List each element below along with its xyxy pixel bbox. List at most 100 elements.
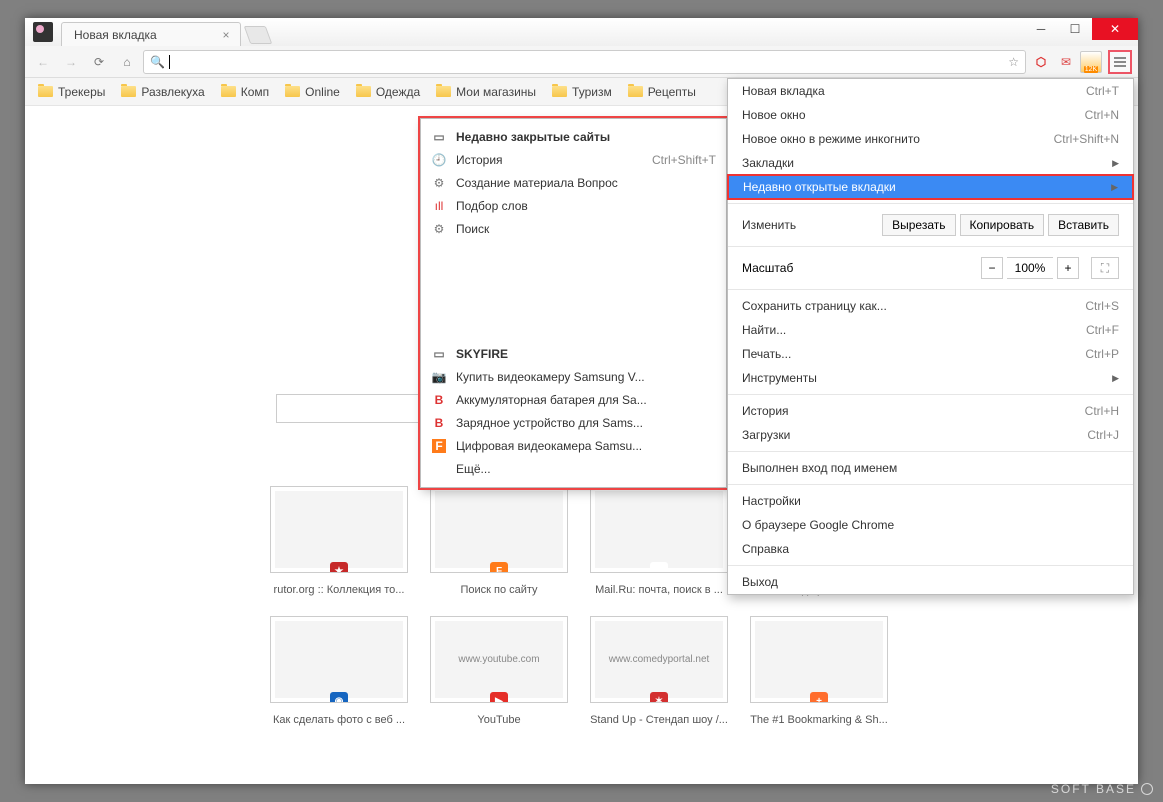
thumbnail-tile[interactable]: Mail.Ru: почта, поиск в ... <box>590 486 728 596</box>
window-icon: ▭ <box>431 129 447 145</box>
thumbnail-image <box>590 486 728 573</box>
menu-button[interactable] <box>1108 50 1132 74</box>
menu-exit[interactable]: Выход <box>728 570 1133 594</box>
maximize-button[interactable]: ☐ <box>1058 18 1092 40</box>
submenu-item[interactable]: 🕘ИсторияCtrl+Shift+T <box>421 148 726 171</box>
address-bar[interactable]: 🔍 ☆ <box>143 50 1026 74</box>
bookmark-folder[interactable]: Одежда <box>349 82 427 102</box>
submenu-item[interactable]: ⚙Поиск <box>421 217 726 240</box>
bookmark-folder[interactable]: Туризм <box>545 82 619 102</box>
menu-downloads[interactable]: ЗагрузкиCtrl+J <box>728 423 1133 447</box>
menu-separator <box>728 246 1133 247</box>
paste-button[interactable]: Вставить <box>1048 214 1119 236</box>
item-icon: ıll <box>431 198 447 214</box>
cut-button[interactable]: Вырезать <box>882 214 955 236</box>
copy-button[interactable]: Копировать <box>960 214 1045 236</box>
bookmark-folder[interactable]: Развлекуха <box>114 82 211 102</box>
thumbnail-label: The #1 Bookmarking & Sh... <box>750 714 888 726</box>
menu-new-window[interactable]: Новое окноCtrl+N <box>728 103 1133 127</box>
home-button[interactable]: ⌂ <box>115 50 139 74</box>
bookmark-label: Трекеры <box>58 85 105 99</box>
tab-active[interactable]: Новая вкладка × <box>61 22 241 46</box>
item-icon: B <box>431 415 447 431</box>
thumbnail-tile[interactable]: ◉Как сделать фото с веб ... <box>270 616 408 726</box>
zoom-in-button[interactable]: + <box>1057 257 1079 279</box>
menu-separator <box>728 289 1133 290</box>
back-button[interactable]: ← <box>31 50 55 74</box>
site-badge-icon: ◉ <box>330 692 348 703</box>
extension-ublock-icon[interactable]: ⬡ <box>1030 51 1052 73</box>
menu-save-as[interactable]: Сохранить страницу как...Ctrl+S <box>728 294 1133 318</box>
menu-incognito[interactable]: Новое окно в режиме инкогнитоCtrl+Shift+… <box>728 127 1133 151</box>
menu-print[interactable]: Печать...Ctrl+P <box>728 342 1133 366</box>
thumbnail-image: ◉ <box>270 616 408 703</box>
bookmark-folder[interactable]: Мои магазины <box>429 82 543 102</box>
menu-help[interactable]: Справка <box>728 537 1133 561</box>
menu-settings[interactable]: Настройки <box>728 489 1133 513</box>
zoom-out-button[interactable]: − <box>981 257 1003 279</box>
fullscreen-button[interactable]: ⛶ <box>1091 257 1119 279</box>
close-window-button[interactable]: ✕ <box>1092 18 1138 40</box>
thumbnail-label: Stand Up - Стендап шоу /... <box>590 714 728 726</box>
bookmark-label: Туризм <box>572 85 612 99</box>
menu-recent-tabs[interactable]: Недавно открытые вкладки▶ <box>728 175 1133 199</box>
menu-tools[interactable]: Инструменты▶ <box>728 366 1133 390</box>
chevron-right-icon: ▶ <box>1112 373 1119 384</box>
bookmark-folder[interactable]: Трекеры <box>31 82 112 102</box>
titlebar: Новая вкладка × ─ ☐ ✕ <box>25 18 1138 46</box>
thumbnail-tile[interactable]: www.youtube.com▶YouTube <box>430 616 568 726</box>
submenu-device: ▭ SKYFIRE <box>421 342 726 365</box>
submenu-more[interactable]: Ещё... <box>421 457 726 480</box>
submenu-item[interactable]: BАккумуляторная батарея для Sa... <box>421 388 726 411</box>
thumbnail-image: ★ <box>270 486 408 573</box>
close-tab-icon[interactable]: × <box>220 29 232 41</box>
folder-icon <box>221 86 236 97</box>
menu-signed-in[interactable]: Выполнен вход под именем <box>728 456 1133 480</box>
bookmark-folder[interactable]: Рецепты <box>621 82 703 102</box>
submenu-item[interactable]: ⚙Создание материала Вопрос <box>421 171 726 194</box>
thumbnail-image: www.comedyportal.net✶ <box>590 616 728 703</box>
shortcut-label: Ctrl+Shift+T <box>652 153 716 167</box>
submenu-item-label: Поиск <box>456 222 489 236</box>
menu-find[interactable]: Найти...Ctrl+F <box>728 318 1133 342</box>
new-tab-button[interactable] <box>244 26 273 44</box>
menu-new-tab[interactable]: Новая вкладкаCtrl+T <box>728 79 1133 103</box>
window-controls: ─ ☐ ✕ <box>1024 18 1138 40</box>
extension-gmail-icon[interactable]: ✉ <box>1055 51 1077 73</box>
item-icon: F <box>431 438 447 454</box>
bookmark-folder[interactable]: Online <box>278 82 347 102</box>
menu-about[interactable]: О браузере Google Chrome <box>728 513 1133 537</box>
thumbnail-image: F <box>430 486 568 573</box>
menu-separator <box>728 394 1133 395</box>
forward-button[interactable]: → <box>59 50 83 74</box>
folder-icon <box>356 86 371 97</box>
chevron-right-icon: ▶ <box>1112 158 1119 169</box>
submenu-item[interactable]: F Цифровая видеокамера Samsu... <box>421 434 726 457</box>
bookmark-label: Комп <box>241 85 269 99</box>
menu-history[interactable]: ИсторияCtrl+H <box>728 399 1133 423</box>
submenu-item[interactable]: BЗарядное устройство для Sams... <box>421 411 726 434</box>
menu-zoom-label: Масштаб <box>742 261 977 275</box>
minimize-button[interactable]: ─ <box>1024 18 1058 40</box>
thumbnail-tile[interactable]: FПоиск по сайту <box>430 486 568 596</box>
zoom-value: 100% <box>1007 257 1053 279</box>
bookmark-star-icon[interactable]: ☆ <box>1008 55 1019 69</box>
chevron-right-icon: ▶ <box>1111 182 1118 193</box>
submenu-more-label: Ещё... <box>456 462 491 476</box>
thumbnail-tile[interactable]: + The #1 Bookmarking & Sh... <box>750 616 888 726</box>
thumbnail-tile[interactable]: www.comedyportal.net✶ Stand Up - Стендап … <box>590 616 728 726</box>
extension-counter-icon[interactable] <box>1080 51 1102 73</box>
thumbnail-tile[interactable]: ★rutor.org :: Коллекция то... <box>270 486 408 596</box>
submenu-item-label: Цифровая видеокамера Samsu... <box>456 439 642 453</box>
submenu-item-label: Подбор слов <box>456 199 528 213</box>
thumbnail-label: YouTube <box>477 714 520 726</box>
thumbnail-image: + <box>750 616 888 703</box>
tab-title: Новая вкладка <box>74 28 212 42</box>
submenu-item-label: Создание материала Вопрос <box>456 176 618 190</box>
reload-button[interactable]: ⟳ <box>87 50 111 74</box>
menu-bookmarks[interactable]: Закладки▶ <box>728 151 1133 175</box>
site-badge-icon: ✶ <box>650 692 668 703</box>
bookmark-folder[interactable]: Комп <box>214 82 276 102</box>
submenu-item[interactable]: ıll Подбор слов <box>421 194 726 217</box>
submenu-item[interactable]: 📷Купить видеокамеру Samsung V... <box>421 365 726 388</box>
